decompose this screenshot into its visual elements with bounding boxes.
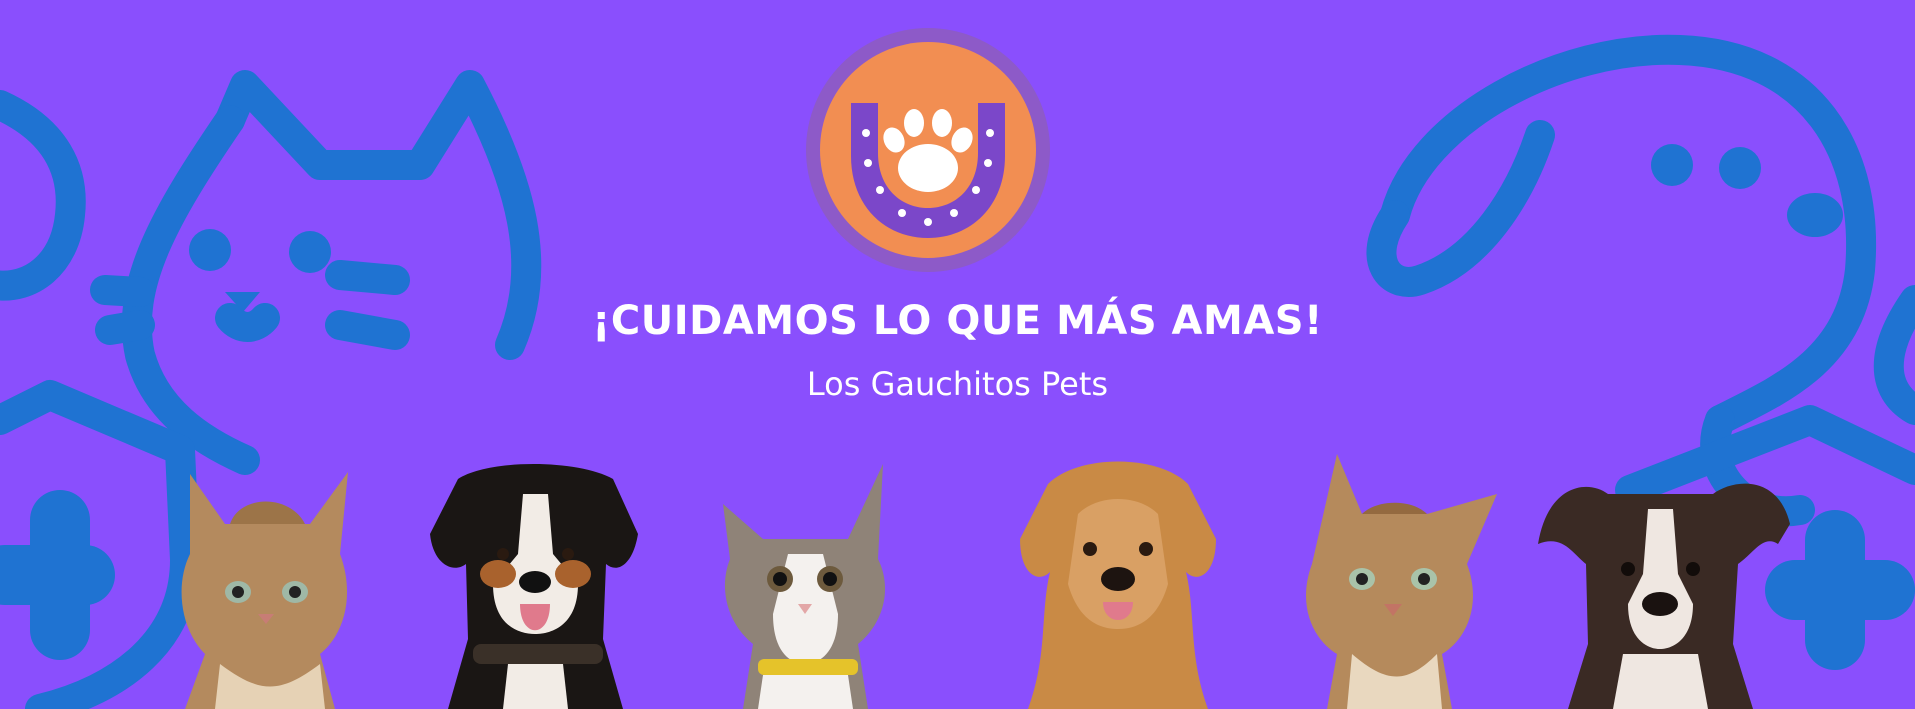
- paw-horseshoe-icon: [806, 28, 1050, 272]
- pet-photo-kitten: [723, 464, 886, 709]
- pet-photo-golden-retriever: [1020, 461, 1216, 709]
- headline: ¡CUIDAMOS LO QUE MÁS AMAS!: [592, 298, 1323, 344]
- hero-banner: ¡CUIDAMOS LO QUE MÁS AMAS! Los Gauchitos…: [0, 0, 1915, 709]
- pet-photo-tabby-cat: [181, 472, 348, 709]
- cross-left-horizontal: [0, 545, 115, 605]
- pet-photo-bernese-dog: [430, 464, 638, 709]
- pet-photo-bengal-cat: [1306, 454, 1497, 709]
- brand-subtitle: Los Gauchitos Pets: [806, 365, 1109, 403]
- cat-outline-edge-icon: [0, 90, 86, 301]
- pet-photo-brindle-puppy: [1538, 483, 1790, 709]
